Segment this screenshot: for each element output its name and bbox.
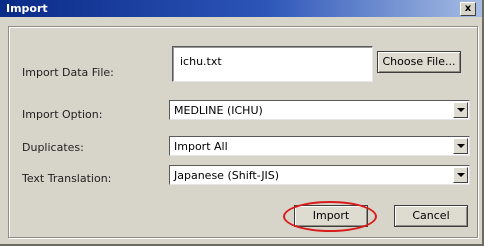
duplicates-label: Duplicates: (22, 141, 84, 154)
window-title: Import (6, 2, 48, 15)
duplicates-value: Import All (174, 140, 228, 153)
import-option-select[interactable]: MEDLINE (ICHU) (169, 100, 470, 120)
duplicates-select[interactable]: Import All (169, 136, 470, 156)
choose-file-button[interactable]: Choose File... (377, 51, 461, 73)
import-dialog: Import x Import Data File: ichu.txt Choo… (0, 0, 484, 246)
title-bar[interactable]: Import x (0, 0, 482, 17)
import-data-file-input[interactable]: ichu.txt (172, 46, 373, 82)
chevron-down-icon[interactable] (453, 138, 468, 154)
import-button[interactable]: Import (294, 205, 368, 227)
import-option-label: Import Option: (22, 108, 103, 121)
close-button[interactable]: x (460, 2, 476, 16)
cancel-button[interactable]: Cancel (394, 205, 468, 227)
text-translation-value: Japanese (Shift-JIS) (174, 169, 280, 182)
import-data-file-label: Import Data File: (22, 66, 114, 79)
text-translation-label: Text Translation: (22, 172, 112, 185)
chevron-down-icon[interactable] (453, 167, 468, 183)
text-translation-select[interactable]: Japanese (Shift-JIS) (169, 165, 470, 185)
chevron-down-icon[interactable] (453, 102, 468, 118)
import-option-value: MEDLINE (ICHU) (174, 104, 263, 117)
